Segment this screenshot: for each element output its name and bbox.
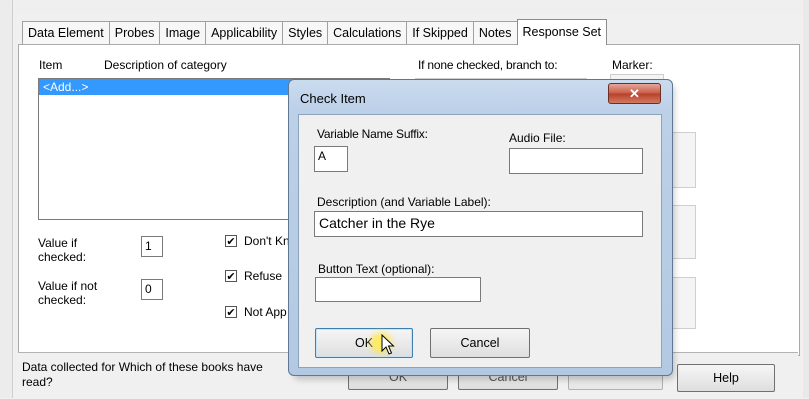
- value-if-checked-label: Value if checked:: [38, 236, 87, 264]
- dont-know-label: Don't Kn: [244, 234, 290, 248]
- tab-strip: Data Element Probes Image Applicability …: [22, 18, 608, 45]
- tab-image[interactable]: Image: [159, 21, 207, 44]
- close-icon[interactable]: ✕: [608, 83, 661, 104]
- window-top-edge: [0, 0, 809, 14]
- window-right-edge: [803, 0, 809, 398]
- audio-file-label: Audio File:: [509, 131, 566, 145]
- value-if-checked-input[interactable]: 1: [141, 236, 163, 257]
- mouse-pointer-icon: [381, 334, 395, 355]
- column-header-item: Item: [39, 58, 63, 72]
- button-text-input[interactable]: [315, 277, 481, 302]
- help-button[interactable]: Help: [677, 364, 775, 392]
- variable-suffix-label: Variable Name Suffix:: [317, 127, 428, 141]
- tab-data-element[interactable]: Data Element: [22, 21, 110, 44]
- status-text: Data collected for Which of these books …: [22, 360, 263, 390]
- tab-styles[interactable]: Styles: [282, 21, 329, 44]
- dialog-ok-button[interactable]: OK: [315, 328, 413, 358]
- variable-suffix-input[interactable]: A: [314, 146, 348, 172]
- not-applicable-label: Not App: [244, 305, 287, 319]
- status-text-line-1: Data collected for Which of these books …: [22, 360, 263, 374]
- status-text-line-2: read?: [22, 375, 53, 389]
- refused-checkbox[interactable]: ✔: [225, 270, 237, 283]
- dialog-cancel-button[interactable]: Cancel: [430, 328, 530, 358]
- value-if-not-checked-label: Value if not checked:: [38, 279, 98, 307]
- column-header-description: Description of category: [104, 58, 227, 72]
- tab-notes[interactable]: Notes: [472, 21, 518, 44]
- description-input[interactable]: Catcher in the Rye: [314, 211, 643, 237]
- tab-probes[interactable]: Probes: [108, 21, 161, 44]
- marker-label: Marker:: [612, 58, 653, 72]
- branch-label: If none checked, branch to:: [418, 58, 558, 72]
- dont-know-checkbox[interactable]: ✔: [225, 235, 237, 248]
- audio-file-input[interactable]: [509, 148, 643, 174]
- button-text-label: Button Text (optional):: [318, 262, 435, 276]
- dialog-title: Check Item: [300, 91, 366, 106]
- tab-applicability[interactable]: Applicability: [205, 21, 284, 44]
- refused-label: Refuse: [244, 269, 283, 283]
- tab-response-set[interactable]: Response Set: [516, 19, 608, 45]
- not-applicable-checkbox[interactable]: ✔: [225, 306, 237, 319]
- tab-if-skipped[interactable]: If Skipped: [406, 21, 474, 44]
- description-label: Description (and Variable Label):: [317, 195, 491, 209]
- tab-calculations[interactable]: Calculations: [327, 21, 408, 44]
- window-left-edge: [0, 0, 13, 398]
- value-if-not-checked-input[interactable]: 0: [141, 279, 163, 300]
